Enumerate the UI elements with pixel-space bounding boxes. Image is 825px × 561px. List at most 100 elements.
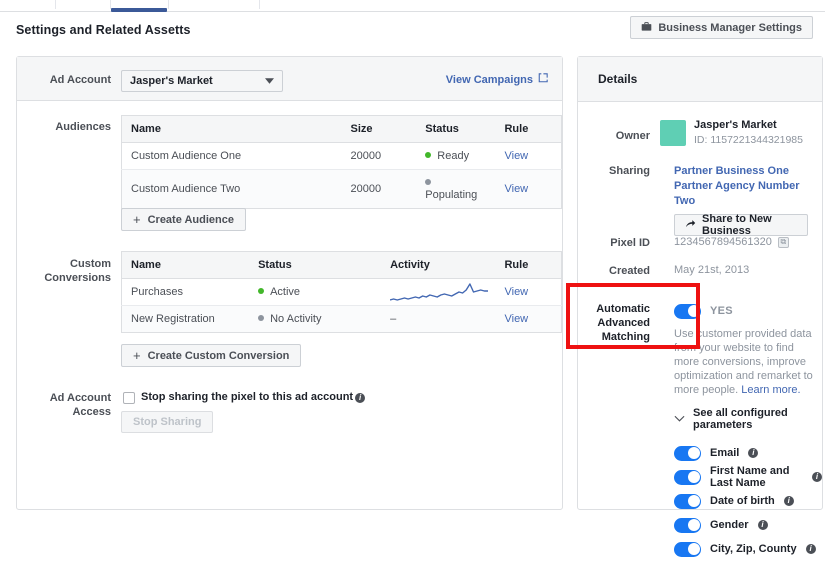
audience-rule: View [495,169,562,209]
configured-parameters-list: Email i First Name and Last Name i Date … [578,441,822,561]
partner-link[interactable]: Partner Agency Number Two [674,179,808,209]
conversion-rule: View [495,278,562,306]
conversion-activity-sparkline [381,278,496,306]
business-manager-settings-button[interactable]: Business Manager Settings [630,16,813,39]
view-rule-link[interactable]: View [504,286,528,298]
parameter-label: Date of birth [710,495,775,507]
page-header: Settings and Related Assetts Business Ma… [0,12,825,54]
copy-icon[interactable]: ⧉ [777,236,789,248]
owner-key-label: Owner [615,130,650,142]
view-rule-link[interactable]: View [504,150,528,162]
ad-account-bar: Ad Account Jasper's Market View Campaign… [17,57,562,101]
table-header-row: Name Status Activity Rule [121,251,562,279]
parameter-toggle-email[interactable] [674,445,701,461]
column-header: Status [416,115,496,143]
ad-account-selected-value: Jasper's Market [130,75,213,87]
parameter-row: Email i [674,441,822,465]
parameter-toggle-name[interactable] [674,469,701,485]
pixel-id-key-label: Pixel ID [610,237,650,249]
sharing-row: Sharing Partner Business One Partner Age… [578,164,822,237]
info-icon[interactable]: i [355,393,366,403]
stop-sharing-label: Stop Sharing [133,416,202,428]
table-row: Purchases Active View [121,278,562,306]
status-dot-icon [425,152,432,158]
automatic-advanced-matching-toggle[interactable] [674,303,701,319]
avatar [660,120,686,146]
parameter-label: First Name and Last Name [710,465,790,489]
label-line: Access [72,406,111,418]
chevron-down-icon [265,75,274,87]
share-arrow-icon [685,219,696,232]
column-header: Activity [381,251,496,279]
parameter-toggle-gender[interactable] [674,517,701,533]
stop-sharing-button: Stop Sharing [121,411,214,433]
info-icon[interactable]: i [805,544,816,554]
stop-sharing-checkbox[interactable] [123,392,135,404]
custom-conversions-label: Custom Conversions [27,257,111,285]
automatic-advanced-matching-section: Automatic Advanced Matching YES Use cust… [578,302,822,431]
status-dot-icon [425,179,432,185]
column-header: Status [249,251,382,279]
sharing-key-label: Sharing [609,165,650,177]
parameter-toggle-date-of-birth[interactable] [674,493,701,509]
create-audience-label: Create Audience [147,213,234,226]
learn-more-link[interactable]: Learn more. [741,384,800,396]
column-header: Rule [495,251,562,279]
parameter-label: Gender [710,519,749,531]
plus-icon: + [133,348,141,363]
table-row: Custom Audience Two 20000 Populating Vie… [121,169,562,209]
owner-id: ID: 1157221344321985 [694,134,803,146]
table-row: Custom Audience One 20000 Ready View [121,142,562,170]
view-rule-link[interactable]: View [504,313,528,325]
see-all-configured-parameters-toggle[interactable]: See all configured parameters [674,407,808,431]
create-audience-button[interactable]: + Create Audience [121,208,246,231]
conversion-name: Purchases [121,278,250,306]
label-line: Automatic [596,303,650,315]
status-dot-icon [258,315,265,321]
share-to-new-business-label: Share to New Business [702,213,772,237]
conversion-status: Active [249,278,382,306]
info-icon[interactable]: i [812,472,822,482]
parameter-toggle-city-zip-county[interactable] [674,541,701,557]
ad-account-dropdown[interactable]: Jasper's Market [121,70,283,92]
label-line: Conversions [44,272,111,284]
share-to-new-business-button[interactable]: Share to New Business [674,213,808,237]
status-text: Populating [425,189,478,201]
ad-account-access-label: Ad Account Access [27,391,111,419]
audiences-table: Name Size Status Rule Custom Audience On… [121,115,562,209]
details-title: Details [578,57,822,102]
sparkline-chart [390,283,489,301]
view-campaigns-link[interactable]: View Campaigns [446,73,548,86]
view-rule-link[interactable]: View [504,183,528,195]
tab-bar[interactable] [0,0,825,12]
external-link-icon [538,73,548,86]
label-line: Advanced [597,317,650,329]
partner-link[interactable]: Partner Business One [674,164,808,179]
see-all-configured-parameters-label: See all configured parameters [693,407,788,431]
tab-divider [168,0,169,9]
checkbox-text: Stop sharing the pixel to this ad accoun… [141,391,354,403]
custom-conversions-table: Name Status Activity Rule Purchases Acti… [121,251,562,333]
parameter-label: City, Zip, County [710,543,797,555]
parameter-row: Gender i [674,513,822,537]
table-header-row: Name Size Status Rule [121,115,562,143]
parameter-row: Date of birth i [674,489,822,513]
pixel-id-value: 1234567894561320 [674,236,772,248]
info-icon[interactable]: i [757,520,768,530]
owner-row: Owner Jasper's Market ID: 11572213443219… [578,118,822,154]
created-value: May 21st, 2013 [674,264,750,276]
info-icon[interactable]: i [783,496,794,506]
create-custom-conversion-label: Create Custom Conversion [147,349,290,362]
create-custom-conversion-button[interactable]: + Create Custom Conversion [121,344,302,367]
audience-name: Custom Audience Two [121,169,342,209]
tab-divider [55,0,56,9]
tab-divider [259,0,260,9]
audience-size: 20000 [341,169,417,209]
info-icon[interactable]: i [748,448,759,458]
column-header: Name [121,115,342,143]
label-line: Custom [70,258,111,270]
automatic-advanced-matching-toggle-label: YES [710,305,733,317]
view-campaigns-label: View Campaigns [445,73,533,86]
status-text: Ready [437,150,470,162]
audiences-label: Audiences [55,121,111,133]
